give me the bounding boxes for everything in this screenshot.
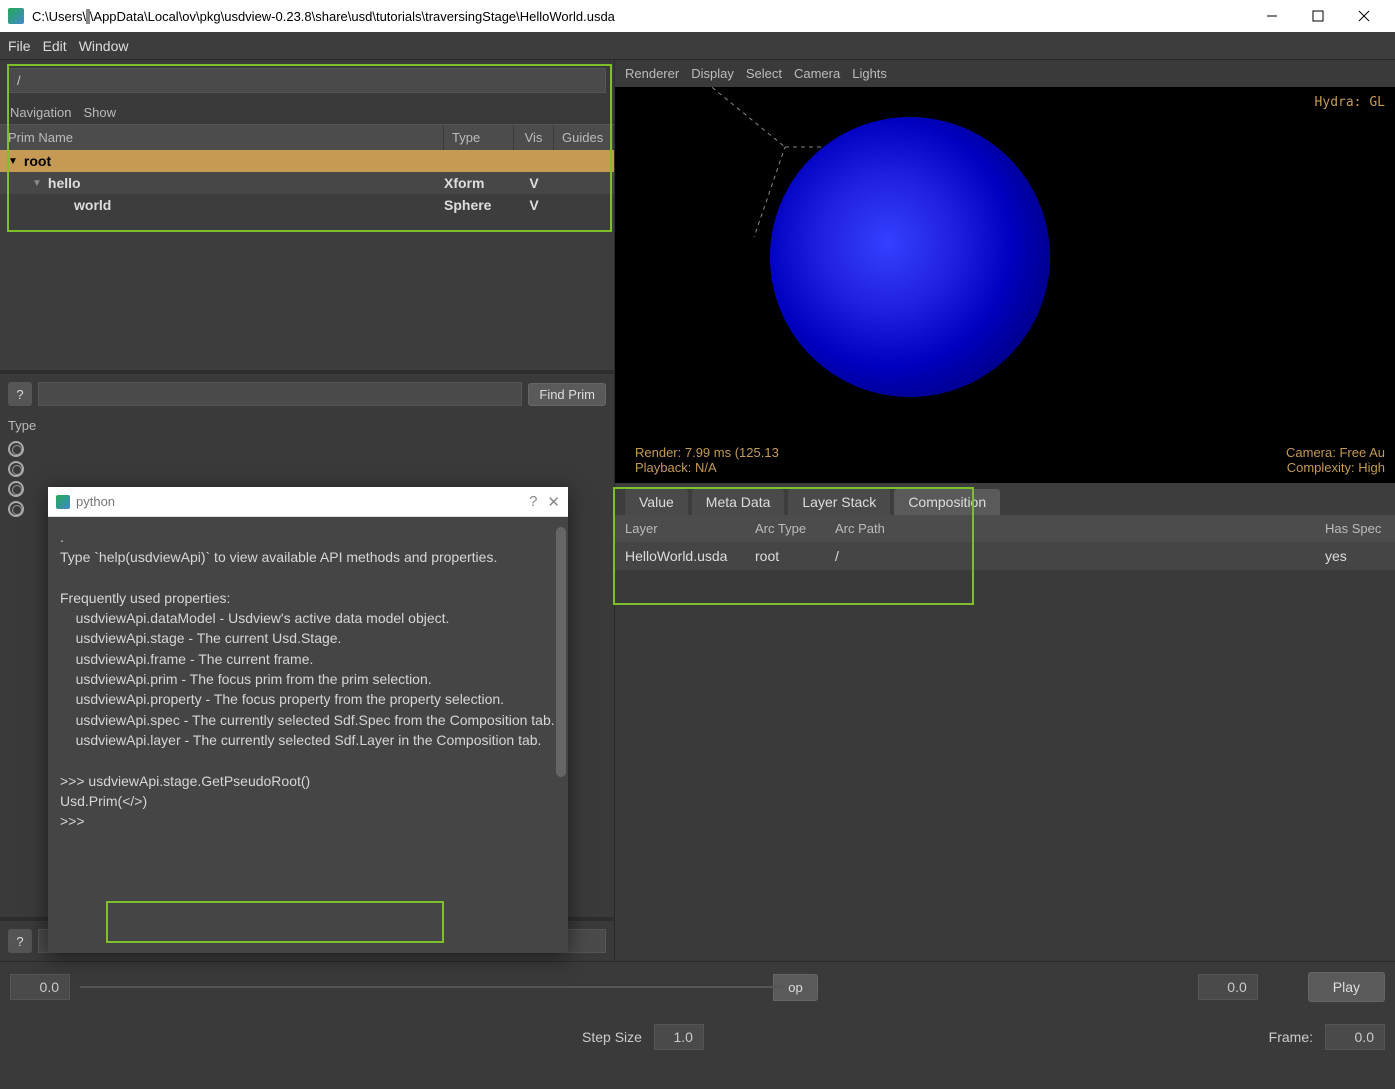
col-prim-name[interactable]: Prim Name: [0, 125, 444, 150]
python-titlebar[interactable]: python ? ✕: [48, 487, 568, 517]
tree-row-world[interactable]: world Sphere V: [0, 194, 614, 216]
sphere-render: [770, 117, 1050, 397]
col-type[interactable]: Type: [444, 125, 514, 150]
viewport-3d[interactable]: Hydra: GL Render: 7.99 ms (125.13 Playba…: [615, 87, 1395, 483]
tab-composition[interactable]: Composition: [894, 489, 1000, 515]
titlebar: C:\Users\ \AppData\Local\ov\pkg\usdview-…: [0, 0, 1395, 32]
tree-header: Prim Name Type Vis Guides: [0, 124, 614, 150]
prim-filter-input[interactable]: [38, 382, 522, 406]
python-scrollbar[interactable]: [556, 527, 566, 777]
composition-header: Layer Arc Type Arc Path Has Spec: [615, 515, 1395, 542]
tree-row-root[interactable]: ▼root: [0, 150, 614, 172]
target-icon[interactable]: [8, 481, 24, 497]
minimize-button[interactable]: [1249, 0, 1295, 32]
python-title-text: python: [76, 494, 115, 509]
help-button[interactable]: ?: [8, 382, 32, 406]
nav-show[interactable]: Show: [83, 105, 116, 120]
tab-layerstack[interactable]: Layer Stack: [788, 489, 890, 515]
property-tabs: Value Meta Data Layer Stack Composition: [615, 483, 1395, 515]
highlight-pseudoroot: [106, 901, 444, 943]
vp-overlay-stats: Render: 7.99 ms (125.13 Playback: N/A: [635, 445, 779, 475]
tree-body: ▼root ▼hello Xform V world Sphere V: [0, 150, 614, 370]
menu-window[interactable]: Window: [79, 38, 129, 54]
range-end-input[interactable]: 0.0: [1198, 974, 1258, 1000]
vp-overlay-camera: Camera: Free Au Complexity: High: [1286, 445, 1385, 475]
vp-menu-lights[interactable]: Lights: [852, 66, 887, 81]
vp-overlay-renderer: Hydra: GL: [1315, 95, 1385, 110]
type-label: Type: [8, 418, 36, 433]
col-guides[interactable]: Guides: [554, 125, 614, 150]
col-vis[interactable]: Vis: [514, 125, 554, 150]
tab-value[interactable]: Value: [625, 489, 688, 515]
prim-path-input[interactable]: /: [8, 68, 606, 93]
menu-file[interactable]: File: [8, 38, 31, 54]
composition-row[interactable]: HelloWorld.usda root / yes: [615, 542, 1395, 570]
python-icon: [56, 495, 70, 509]
close-button[interactable]: [1341, 0, 1387, 32]
menu-edit[interactable]: Edit: [43, 38, 67, 54]
timeline-slider[interactable]: [80, 986, 783, 988]
python-help-button[interactable]: ?: [529, 493, 537, 511]
python-window[interactable]: python ? ✕ . Type `help(usdviewApi)` to …: [48, 487, 568, 953]
menubar: File Edit Window: [0, 32, 1395, 60]
target-icon[interactable]: [8, 441, 24, 457]
vp-menu-camera[interactable]: Camera: [794, 66, 840, 81]
help-button-2[interactable]: ?: [8, 929, 32, 953]
python-close-button[interactable]: ✕: [547, 493, 560, 511]
step-size-label: Step Size: [582, 1029, 642, 1045]
range-start-input[interactable]: 0.0: [10, 974, 70, 1000]
timeline-bar: 0.0 op 0.0 Play Step Size 1.0 Frame: 0.0: [0, 961, 1395, 1089]
app-icon: [8, 8, 24, 24]
find-prim-button[interactable]: Find Prim: [528, 383, 606, 406]
vp-menu-renderer[interactable]: Renderer: [625, 66, 679, 81]
nav-navigation[interactable]: Navigation: [10, 105, 71, 120]
maximize-button[interactable]: [1295, 0, 1341, 32]
vp-menu-select[interactable]: Select: [746, 66, 782, 81]
tab-metadata[interactable]: Meta Data: [692, 489, 785, 515]
target-icon[interactable]: [8, 501, 24, 517]
tree-row-hello[interactable]: ▼hello Xform V: [0, 172, 614, 194]
frame-label: Frame:: [1269, 1029, 1313, 1045]
vp-menu-display[interactable]: Display: [691, 66, 734, 81]
expand-icon[interactable]: ▼: [32, 178, 42, 189]
right-panel: Renderer Display Select Camera Lights: [615, 60, 1395, 961]
python-console[interactable]: . Type `help(usdviewApi)` to view availa…: [48, 517, 568, 953]
expand-icon[interactable]: ▼: [8, 156, 18, 167]
play-button[interactable]: Play: [1308, 972, 1385, 1002]
window-title: C:\Users\ \AppData\Local\ov\pkg\usdview-…: [32, 9, 615, 24]
frame-input[interactable]: 0.0: [1325, 1024, 1385, 1050]
step-size-input[interactable]: 1.0: [654, 1024, 704, 1050]
target-icon[interactable]: [8, 461, 24, 477]
